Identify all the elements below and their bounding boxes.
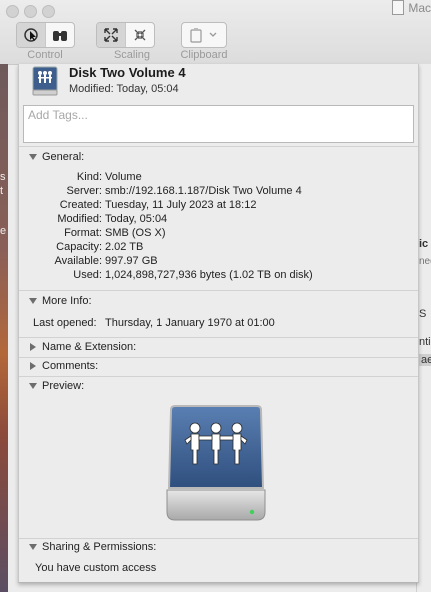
desktop-wallpaper [0,64,8,592]
right-partial-heading: ic [419,238,429,250]
section-preview-label: Preview: [42,380,85,392]
section-comments-label: Comments: [42,360,99,372]
section-name-extension-label: Name & Extension: [42,341,137,353]
clipboard-label: Clipboard [180,49,228,61]
disclosure-open-icon [29,154,37,160]
document-icon [392,0,405,15]
clipboard-segment [181,22,227,48]
right-partial-label: S [419,308,427,320]
actual-size-button[interactable] [126,23,154,47]
disclosure-closed-icon [30,362,36,370]
observe-binoculars-button[interactable] [46,23,74,47]
clipboard-icon [190,28,217,43]
pointer-target-icon [24,28,38,42]
modified-subtitle: Modified: Today, 05:04 [69,83,179,95]
section-general-toggle[interactable]: General: [29,151,84,163]
last-opened-value: Thursday, 1 January 1970 at 01:00 [105,317,275,329]
control-label: Control [27,49,63,61]
shrink-arrows-icon [134,29,146,41]
control-segment [16,22,75,48]
section-sharing-toggle[interactable]: Sharing & Permissions: [29,541,156,553]
section-more-info-label: More Info: [42,295,92,307]
divider [19,376,418,377]
tags-placeholder: Add Tags... [28,108,88,122]
section-general-label: General: [42,151,85,163]
fit-scale-button[interactable] [97,23,126,47]
right-partial-item: nti [419,336,431,348]
disclosure-open-icon [29,298,37,304]
get-info-panel: Disk Two Volume 4 Modified: Today, 05:04… [18,64,419,583]
minimize-window-button[interactable] [24,5,37,18]
divider [19,290,418,291]
section-comments-toggle[interactable]: Comments: [29,360,98,372]
right-partial-subtext: ned [419,256,431,267]
wallpaper-side-text: s t e [0,171,7,237]
clipboard-button[interactable] [182,23,226,47]
file-title: Disk Two Volume 4 [69,65,186,80]
divider [19,538,418,539]
divider [19,357,418,358]
last-opened-label: Last opened: [33,317,97,329]
divider [19,146,418,147]
window-title: Mac [392,0,431,15]
right-partial-selected: ae [419,354,431,366]
scaling-segment [96,22,155,48]
disclosure-open-icon [29,544,37,550]
section-sharing-label: Sharing & Permissions: [42,541,157,553]
scaling-label: Scaling [113,49,151,61]
network-drive-icon [32,66,58,96]
section-more-info-toggle[interactable]: More Info: [29,295,92,307]
section-name-extension-toggle[interactable]: Name & Extension: [29,341,136,353]
zoom-window-button[interactable] [42,5,55,18]
section-preview-toggle[interactable]: Preview: [29,380,84,392]
tags-field[interactable]: Add Tags... [23,105,414,143]
expand-arrows-icon [104,28,118,42]
divider [19,337,418,338]
remote-toolbar: Mac Control Scaling Clipboard [0,0,431,65]
network-volume-preview-icon [166,405,266,521]
close-window-button[interactable] [6,5,19,18]
control-pointer-button[interactable] [17,23,46,47]
disclosure-open-icon [29,383,37,389]
binoculars-icon [53,31,67,41]
disclosure-closed-icon [30,343,36,351]
sharing-access-text: You have custom access [35,562,157,574]
